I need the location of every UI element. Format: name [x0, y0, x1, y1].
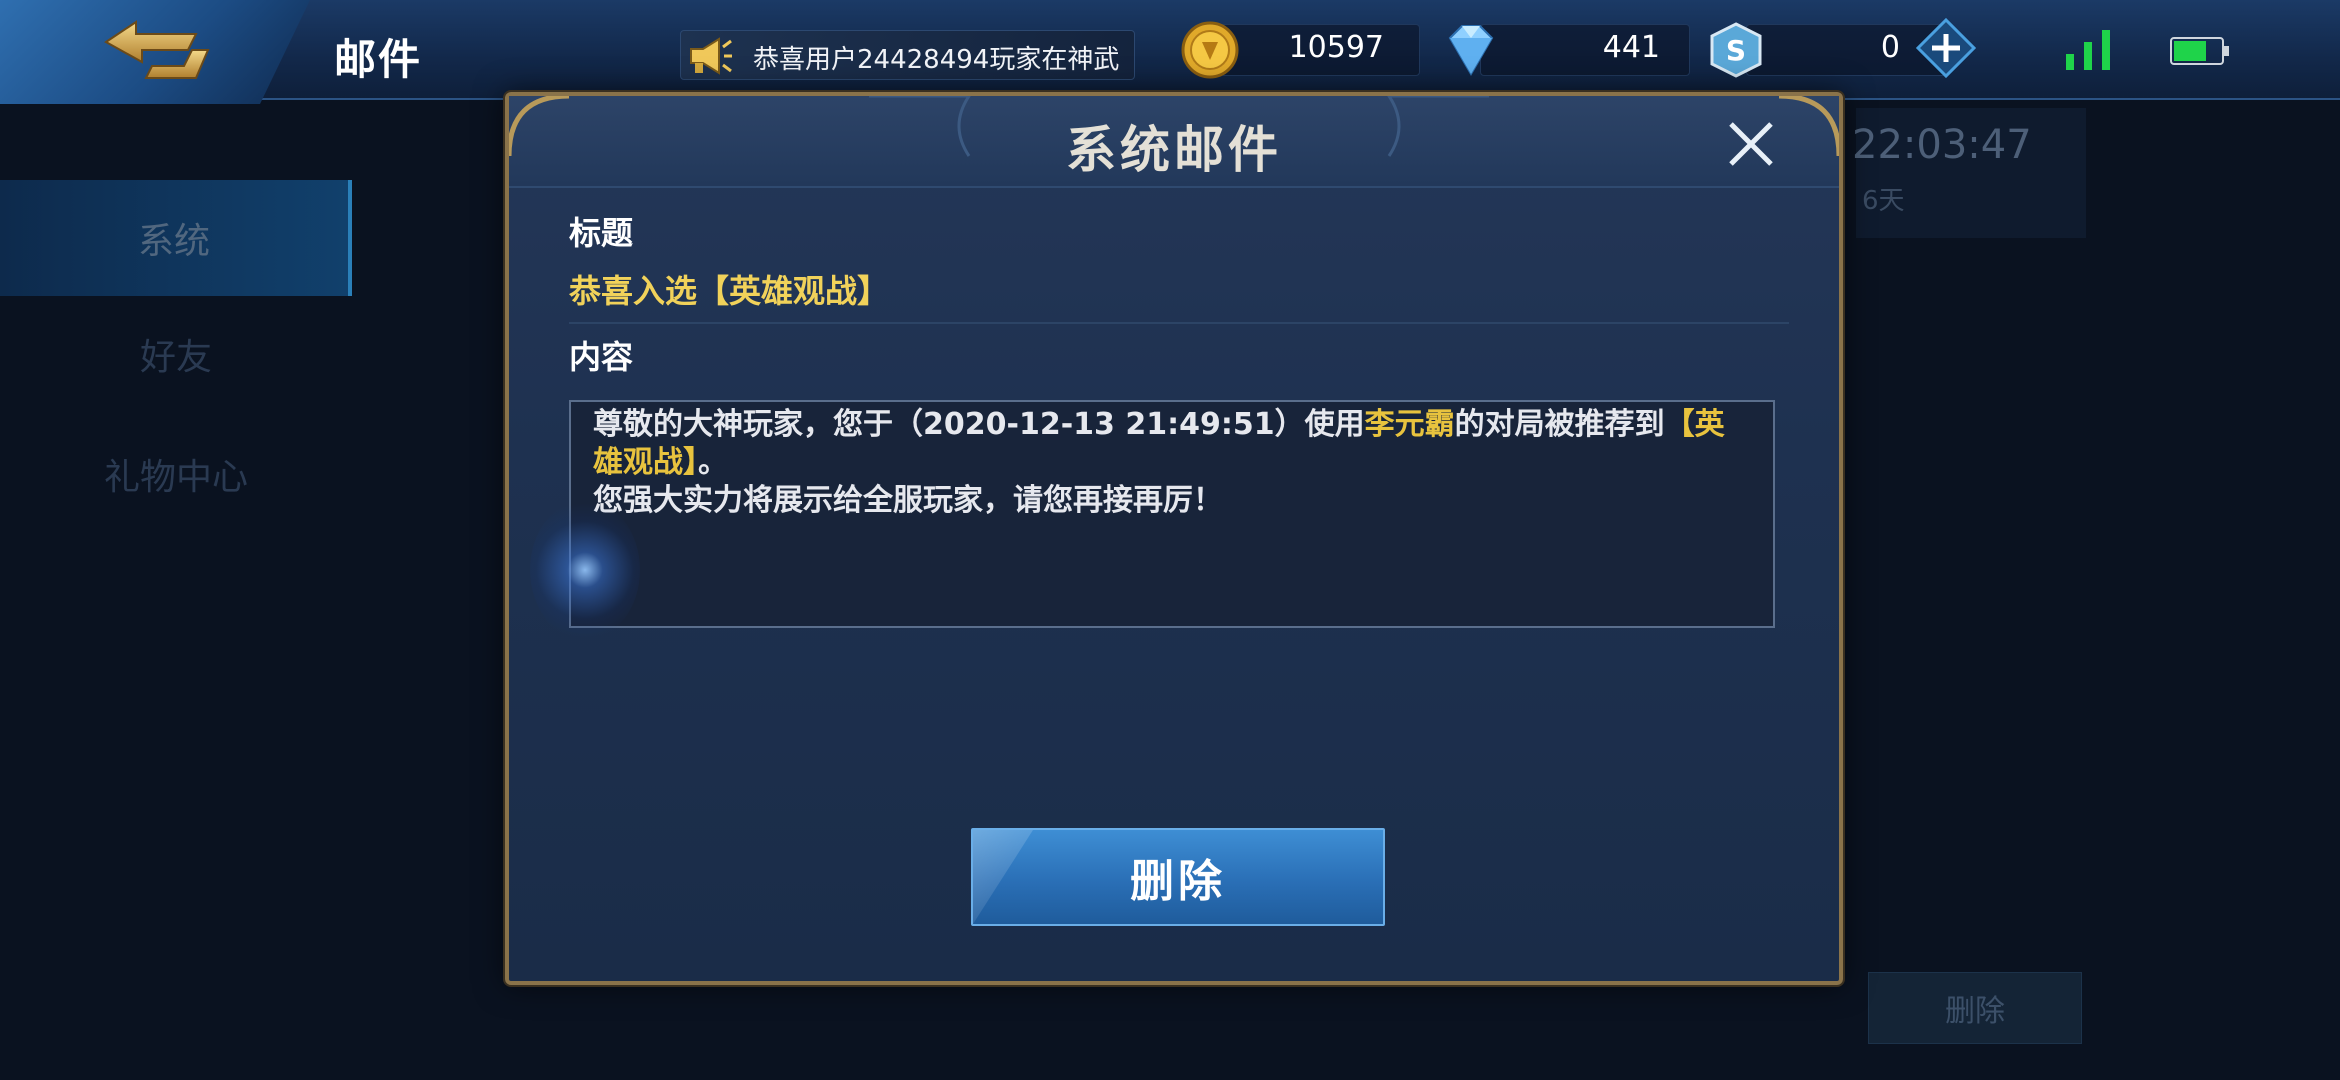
tab-friends[interactable]: 好友 [0, 296, 352, 412]
dialog-header: 系统邮件 [509, 96, 1839, 188]
content-paragraph: 尊敬的大神玩家，您于（2020-12-13 21:49:51）使用李元霸的对局被… [593, 406, 1751, 482]
megaphone-icon [690, 37, 732, 75]
tab-system[interactable]: 系统 [0, 180, 352, 296]
content-text: 尊敬的大神玩家，您于（2020-12-13 21:49:51）使用 [593, 407, 1365, 442]
content-text: 的对局被推荐到 [1454, 407, 1665, 442]
mail-subject: 恭喜入选【英雄观战】 [569, 272, 890, 310]
page-title: 邮件 [334, 35, 423, 84]
mail-days-left: 6天 [1862, 186, 1905, 216]
content-line: 您强大实力将展示给全服玩家，请您再接再厉！ [593, 483, 1223, 518]
tab-gift-center[interactable]: 礼物中心 [0, 416, 352, 532]
gold-coin-icon [1181, 21, 1239, 79]
back-arrow-icon [104, 20, 210, 79]
voucher-value: 0 [1880, 30, 1900, 65]
content-label: 内容 [569, 338, 634, 376]
diamond-value: 441 [1602, 30, 1660, 65]
system-mail-dialog: 系统邮件 标题 恭喜入选【英雄观战】 内容 尊敬的大神玩家，您于（2020-12… [505, 92, 1843, 985]
delete-button[interactable]: 删除 [971, 828, 1385, 926]
diamond-icon [1448, 25, 1494, 76]
broadcast-marquee[interactable]: 恭喜用户24428494玩家在神武 [680, 30, 1135, 80]
top-bar: 邮件 恭喜用户24428494玩家在神武 10597 441 S 0 [0, 0, 2340, 104]
cursor-glow [530, 500, 640, 640]
background-delete-button[interactable]: 删除 [1868, 972, 2082, 1044]
mail-time: 22:03:47 [1852, 122, 2032, 168]
battery-icon [2170, 37, 2229, 65]
diamond-currency: 441 [1440, 20, 1690, 80]
add-currency-button[interactable] [1915, 17, 1977, 79]
voucher-currency: S 0 [1706, 20, 1946, 80]
signal-icon [2066, 30, 2110, 70]
divider [569, 322, 1789, 324]
voucher-icon: S [1710, 22, 1762, 78]
hero-name: 李元霸 [1364, 407, 1455, 442]
gold-currency: 10597 [1180, 20, 1420, 80]
mail-content: 尊敬的大神玩家，您于（2020-12-13 21:49:51）使用李元霸的对局被… [569, 400, 1775, 628]
plus-icon [1915, 17, 1977, 79]
close-icon [1729, 122, 1773, 166]
back-button[interactable] [96, 14, 216, 86]
subject-label: 标题 [569, 214, 634, 252]
svg-text:S: S [1726, 34, 1746, 67]
content-text: 。 [698, 445, 728, 480]
close-button[interactable] [1723, 116, 1779, 172]
dialog-title: 系统邮件 [1066, 121, 1282, 179]
broadcast-text: 恭喜用户24428494玩家在神武 [753, 45, 1120, 75]
gold-value: 10597 [1288, 30, 1384, 65]
